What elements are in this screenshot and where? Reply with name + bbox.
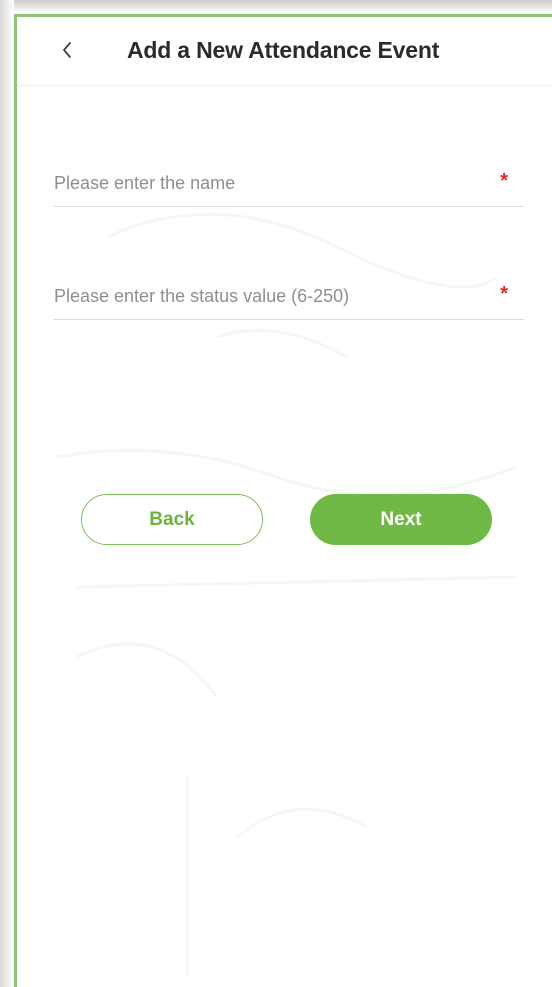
status-value-field[interactable]: *	[54, 275, 524, 320]
name-input[interactable]	[54, 162, 484, 204]
required-asterisk: *	[500, 283, 508, 305]
next-button-label: Next	[380, 508, 422, 530]
back-nav-button[interactable]	[55, 35, 79, 65]
app-header: Add a New Attendance Event	[17, 17, 552, 86]
name-field[interactable]: *	[54, 162, 524, 207]
chevron-left-icon	[63, 42, 71, 58]
back-button-label: Back	[149, 508, 195, 530]
device-frame: Add a New Attendance Event * * Back Next	[0, 0, 552, 987]
frame-top-edge	[0, 0, 552, 14]
next-button[interactable]: Next	[310, 494, 492, 545]
back-button[interactable]: Back	[81, 494, 263, 545]
status-value-input[interactable]	[54, 275, 484, 317]
app-screen: Add a New Attendance Event * * Back Next	[17, 17, 552, 987]
page-title: Add a New Attendance Event	[127, 37, 440, 63]
required-asterisk: *	[500, 170, 508, 192]
frame-left-edge	[0, 0, 14, 987]
